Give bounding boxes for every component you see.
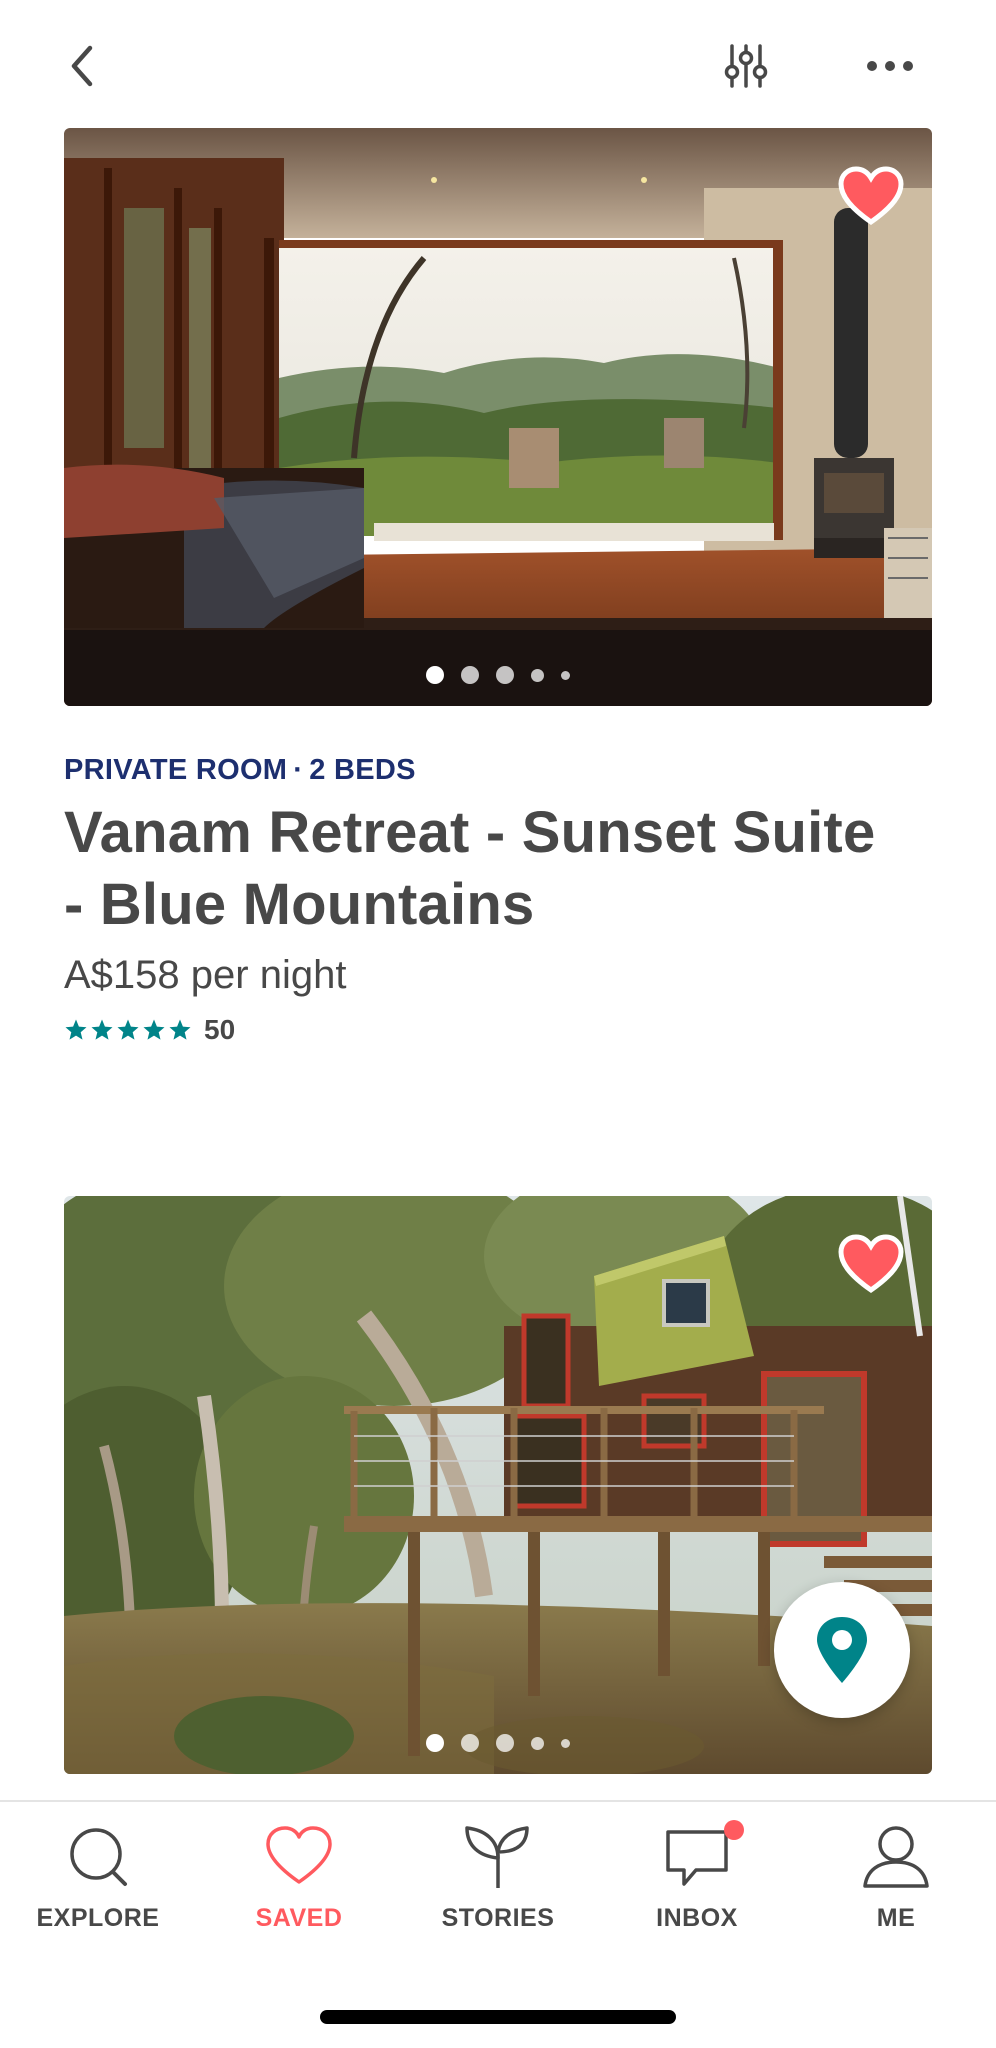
nav-label-explore: EXPLORE	[36, 1904, 160, 1932]
pagination-dot	[561, 670, 570, 680]
room-type: PRIVATE ROOM	[64, 754, 288, 786]
chevron-left-icon	[71, 45, 93, 87]
home-indicator[interactable]	[320, 2010, 676, 2024]
photo-pagination	[64, 1734, 932, 1752]
filter-sliders-icon	[724, 44, 768, 88]
pagination-dot	[531, 668, 544, 682]
pagination-dot-active	[426, 1734, 444, 1752]
listing-title[interactable]: Vanam Retreat - Sunset Suite - Blue Moun…	[64, 797, 884, 941]
photo-pagination	[64, 666, 932, 684]
sprout-icon	[463, 1824, 533, 1890]
map-pin-icon	[817, 1617, 867, 1683]
heart-filled-icon	[838, 1234, 904, 1294]
pagination-dot	[496, 1734, 514, 1752]
star-icon	[91, 1019, 113, 1040]
map-button[interactable]	[774, 1582, 910, 1718]
pagination-dot	[561, 1738, 570, 1748]
rating-row: 50	[64, 1014, 932, 1046]
star-rating	[64, 1018, 192, 1042]
pagination-dot	[461, 1734, 479, 1752]
pagination-dot	[531, 1736, 544, 1750]
star-icon	[117, 1019, 139, 1040]
nav-item-me[interactable]: ME	[796, 1824, 996, 1944]
room-type-separator: ·	[293, 754, 304, 786]
pagination-dot	[461, 666, 479, 684]
nav-item-explore[interactable]: EXPLORE	[0, 1824, 198, 1944]
room-photo	[64, 128, 932, 706]
person-icon	[861, 1824, 931, 1890]
notification-badge	[724, 1820, 744, 1840]
star-icon	[65, 1019, 87, 1040]
pagination-dot	[496, 666, 514, 684]
nav-item-stories[interactable]: STORIES	[398, 1824, 598, 1944]
search-icon	[63, 1824, 133, 1890]
save-heart-button[interactable]	[838, 166, 904, 226]
filter-button[interactable]	[716, 36, 776, 96]
more-options-button[interactable]	[860, 36, 920, 96]
chat-bubble-icon	[662, 1820, 744, 1890]
nav-label-inbox: INBOX	[656, 1904, 738, 1932]
more-dots-icon	[867, 61, 913, 71]
room-type-label: PRIVATE ROOM · 2 BEDS	[64, 754, 932, 787]
listing-price: A$158 per night	[64, 953, 347, 997]
beds-count: 2 BEDS	[309, 754, 416, 786]
heart-filled-icon	[838, 166, 904, 226]
pagination-dot-active	[426, 666, 444, 684]
nav-label-saved: SAVED	[255, 1904, 343, 1932]
top-bar	[0, 0, 996, 128]
nav-item-saved[interactable]: SAVED	[199, 1824, 399, 1944]
nav-item-inbox[interactable]: INBOX	[597, 1820, 797, 1944]
back-button[interactable]	[52, 36, 112, 96]
heart-icon	[264, 1824, 334, 1890]
star-icon	[143, 1019, 165, 1040]
nav-label-stories: STORIES	[441, 1904, 555, 1932]
listing-card[interactable]: PRIVATE ROOM · 2 BEDS Vanam Retreat - Suns…	[64, 128, 932, 1046]
nav-label-me: ME	[876, 1904, 916, 1932]
review-count: 50	[204, 1014, 236, 1045]
star-icon	[169, 1019, 191, 1040]
listing-photo[interactable]	[64, 128, 932, 706]
save-heart-button[interactable]	[838, 1234, 904, 1294]
